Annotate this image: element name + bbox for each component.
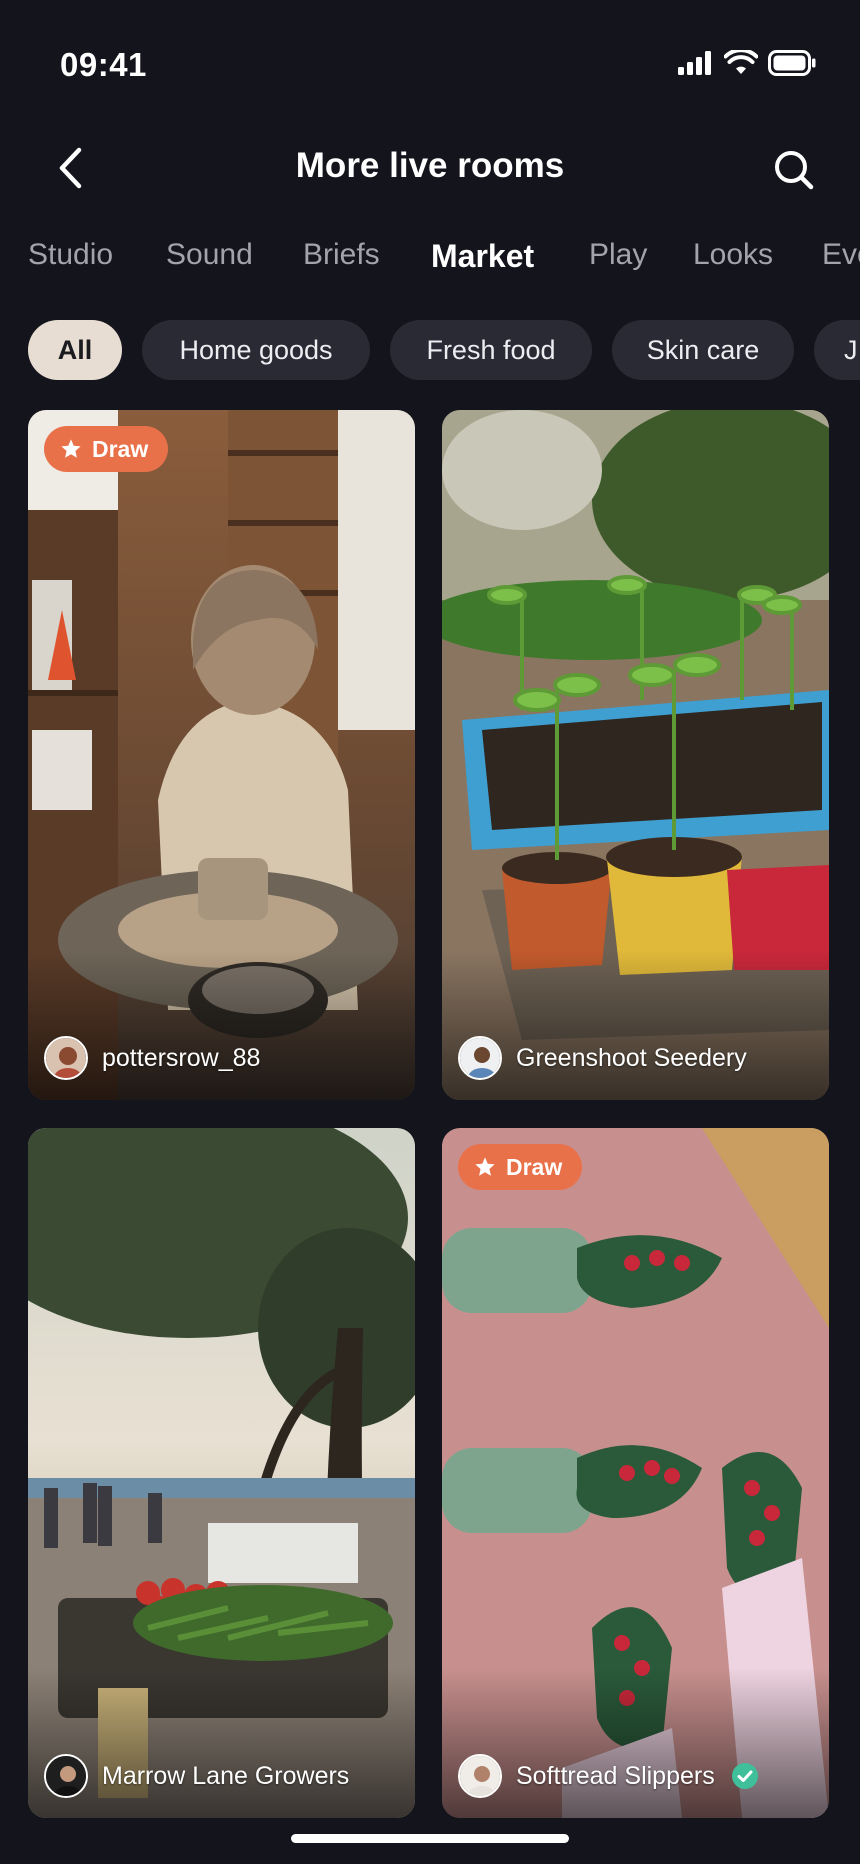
host-info: pottersrow_88 [44, 1036, 260, 1080]
verified-icon [731, 1763, 758, 1789]
home-indicator [291, 1834, 569, 1843]
avatar [44, 1036, 88, 1080]
live-room-card[interactable]: Draw pottersrow_88 [28, 410, 415, 1100]
avatar [458, 1754, 502, 1798]
tab-briefs[interactable]: Briefs [303, 238, 380, 272]
host-info: Greenshoot Seedery [458, 1036, 747, 1080]
draw-badge: Draw [44, 426, 169, 472]
host-info: Marrow Lane Growers [44, 1754, 349, 1798]
tab-eve[interactable]: Eve [822, 238, 860, 272]
draw-badge-label: Draw [506, 1153, 563, 1180]
host-name: Marrow Lane Growers [102, 1761, 350, 1790]
host-name: Softtread Slippers [516, 1761, 715, 1790]
host-name: Greenshoot Seedery [516, 1043, 747, 1072]
category-tabs: Studio Sound Briefs Market Play Looks Ev… [0, 238, 860, 288]
host-info: Softtread Slippers [458, 1754, 759, 1798]
tab-play[interactable]: Play [589, 238, 647, 272]
star-icon [475, 1157, 495, 1176]
tab-looks[interactable]: Looks [693, 238, 773, 272]
cellular-signal-icon [678, 51, 711, 75]
draw-badge-label: Draw [92, 435, 149, 462]
wifi-icon [724, 50, 758, 74]
page-title: More live rooms [295, 146, 565, 185]
chip-skin-care[interactable]: Skin care [612, 320, 794, 380]
avatar [44, 1754, 88, 1798]
live-room-card[interactable]: Marrow Lane Growers [28, 1128, 415, 1818]
avatar [458, 1036, 502, 1080]
tab-studio[interactable]: Studio [28, 238, 113, 272]
search-button[interactable] [766, 142, 822, 198]
live-room-card[interactable]: Draw Softtread Slippers [442, 1128, 829, 1818]
chip-home-goods[interactable]: Home goods [142, 320, 370, 380]
host-name: pottersrow_88 [102, 1043, 261, 1072]
battery-icon [768, 50, 816, 76]
status-icons [678, 50, 816, 76]
status-bar: 09:41 [0, 0, 860, 130]
navigation-header: More live rooms [0, 130, 860, 210]
chip-all[interactable]: All [28, 320, 122, 380]
tab-market[interactable]: Market [431, 238, 534, 275]
star-icon [61, 439, 81, 458]
live-room-card[interactable]: Greenshoot Seedery [442, 410, 829, 1100]
tab-sound[interactable]: Sound [166, 238, 253, 272]
chip-fresh-food[interactable]: Fresh food [390, 320, 592, 380]
chip-partial[interactable]: J [814, 320, 860, 380]
filter-chips: All Home goods Fresh food Skin care J [0, 320, 860, 382]
search-icon [775, 151, 814, 190]
status-time: 09:41 [60, 46, 147, 83]
draw-badge: Draw [458, 1144, 583, 1190]
